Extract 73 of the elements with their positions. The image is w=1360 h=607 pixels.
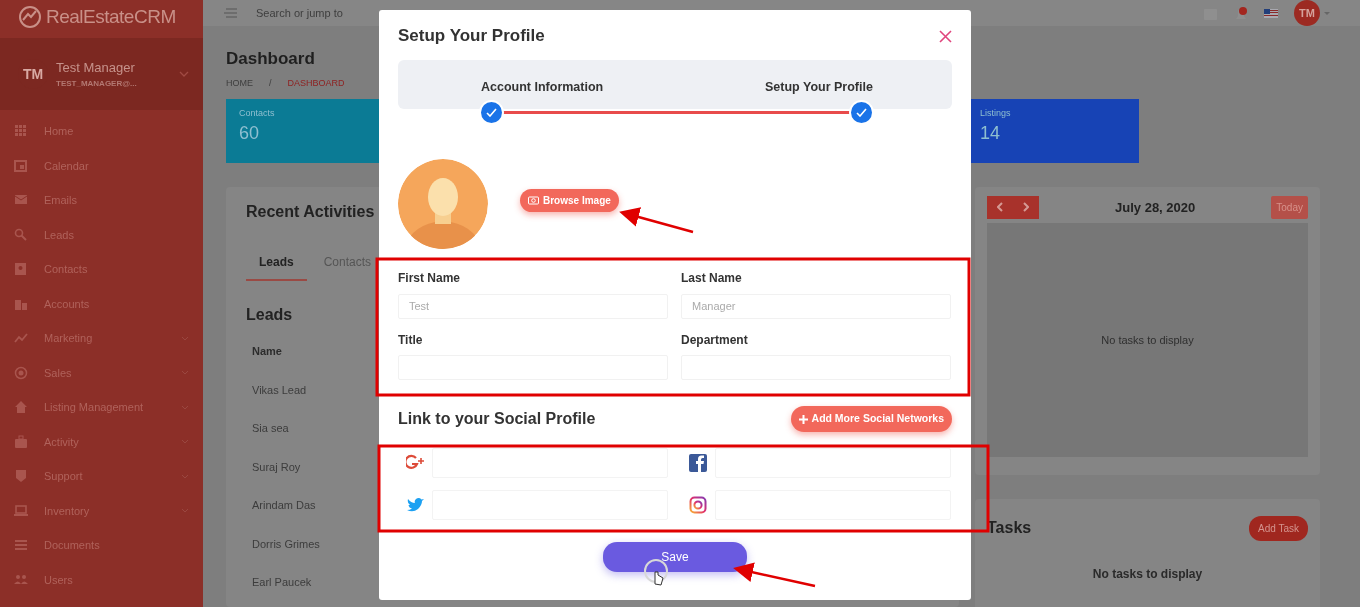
- next-button[interactable]: [1013, 195, 1039, 219]
- user-name: Test Manager: [56, 59, 136, 78]
- camera-icon: [528, 195, 539, 206]
- stat-label: Listings: [980, 106, 1012, 120]
- field-label: Title: [398, 331, 424, 349]
- table-cell-text: Earl Paucek: [251, 575, 312, 591]
- add-task-button[interactable]: Add Task: [1249, 515, 1308, 541]
- calendar-icon: [14, 158, 28, 173]
- list-icon: [14, 538, 28, 553]
- section-title: Link to your Social Profile: [398, 409, 596, 430]
- search-icon: [14, 227, 28, 242]
- today-button[interactable]: Today: [1271, 195, 1308, 219]
- input-field[interactable]: Manager: [681, 293, 951, 319]
- dialog-title: Setup Your Profile: [398, 26, 545, 47]
- house-icon: [14, 400, 28, 415]
- add-social-button[interactable]: Add More Social Networks: [790, 406, 952, 433]
- grid-icon: [14, 124, 28, 139]
- flag-icon[interactable]: [1264, 7, 1278, 19]
- input-field[interactable]: [715, 448, 951, 479]
- step-label: Account Information: [481, 79, 604, 97]
- step-label: Setup Your Profile: [765, 79, 873, 97]
- contact-card-icon: [14, 262, 28, 277]
- stat-label: Contacts: [239, 106, 276, 120]
- cursor-icon: [644, 559, 668, 586]
- target-icon: [14, 365, 28, 380]
- logo: RealEstateCRM: [46, 4, 176, 29]
- card-title: Tasks: [987, 518, 1032, 539]
- card-title: Recent Activities: [246, 201, 375, 222]
- table-cell-text: Vikas Lead: [251, 382, 307, 398]
- briefcase-icon: [14, 434, 28, 449]
- chevron-left-icon: [997, 202, 1003, 213]
- save-button[interactable]: Save: [603, 542, 747, 573]
- breadcrumb-current: DASHBOARD: [287, 77, 345, 91]
- field-label: Last Name: [681, 270, 743, 288]
- close-icon[interactable]: [939, 29, 952, 43]
- table-cell-text: Arindam Das: [251, 498, 316, 514]
- bell-icon[interactable]: [1234, 6, 1248, 21]
- table-cell-text: Dorris Grimes: [251, 536, 320, 552]
- previous-button[interactable]: [987, 195, 1013, 219]
- check-icon: [486, 108, 497, 118]
- chevron-right-icon: [1023, 202, 1029, 213]
- chevron-down-icon[interactable]: [179, 71, 189, 77]
- search-field[interactable]: Search or jump to: [254, 3, 454, 23]
- input-field[interactable]: Test: [398, 293, 668, 319]
- user-email: TEST_MANAGER@...: [56, 77, 138, 90]
- stat-value: 60: [239, 122, 261, 146]
- field-label: First Name: [398, 270, 462, 288]
- field-label: Department: [681, 331, 749, 349]
- section-title: Leads: [246, 305, 293, 325]
- caret-icon[interactable]: [1324, 11, 1330, 15]
- breadcrumb-separator: /: [269, 77, 272, 91]
- stat-value: 14: [980, 122, 1002, 146]
- table-cell-text: Sia sea: [251, 421, 289, 437]
- calendar-date: July 28, 2020: [1115, 198, 1196, 217]
- browse-image-button[interactable]: Browse Image: [520, 188, 619, 212]
- breadcrumb-link[interactable]: HOME: [226, 77, 253, 91]
- page-title: Dashboard: [226, 49, 316, 70]
- logo-icon: [18, 5, 42, 29]
- table-cell-text: Suraj Roy: [251, 459, 301, 475]
- user-avatar[interactable]: TM: [1294, 0, 1320, 26]
- shield-icon: [14, 469, 28, 484]
- laptop-icon: [14, 503, 28, 518]
- column-header: Name: [251, 344, 282, 360]
- tab[interactable]: Leads: [246, 245, 307, 282]
- plus-icon: [798, 414, 808, 424]
- users-icon: [14, 572, 28, 587]
- menu-icon[interactable]: [223, 7, 238, 19]
- check-icon: [856, 108, 867, 118]
- input-field[interactable]: [432, 448, 668, 479]
- empty-message: No tasks to display: [1091, 565, 1204, 583]
- camera-icon: [689, 496, 707, 515]
- empty-message: No tasks to display: [1101, 332, 1194, 348]
- facebook-icon: [689, 454, 707, 473]
